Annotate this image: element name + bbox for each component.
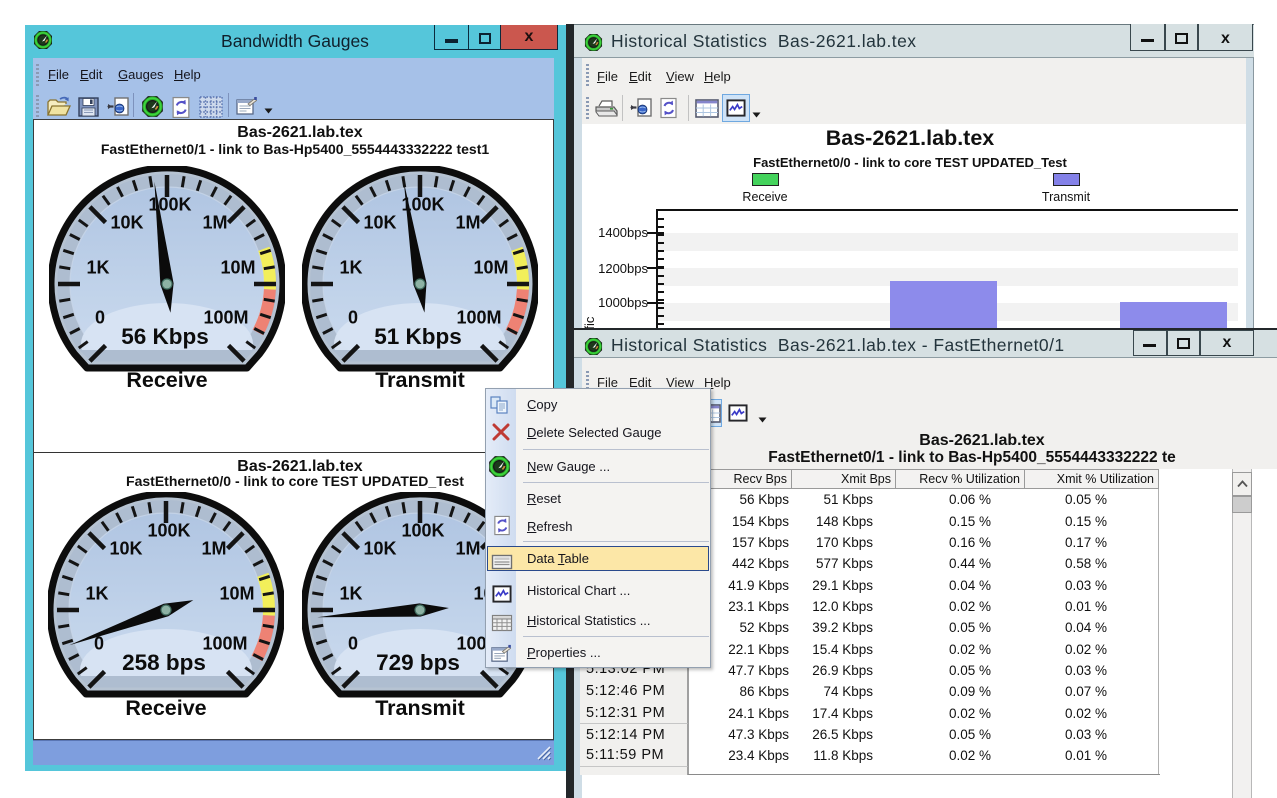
svg-text:10K: 10K: [363, 539, 396, 559]
svg-text:100K: 100K: [148, 195, 191, 215]
svg-text:51 Kbps: 51 Kbps: [374, 324, 462, 349]
svg-text:100M: 100M: [202, 634, 247, 654]
svg-text:10K: 10K: [109, 539, 142, 559]
svg-text:1M: 1M: [201, 539, 226, 559]
svg-text:100M: 100M: [203, 308, 248, 328]
svg-text:10K: 10K: [110, 213, 143, 233]
svg-text:0: 0: [348, 634, 358, 654]
svg-text:100M: 100M: [456, 308, 501, 328]
svg-text:1K: 1K: [339, 258, 362, 278]
svg-text:10M: 10M: [473, 258, 508, 278]
svg-text:10M: 10M: [220, 258, 255, 278]
svg-text:729 bps: 729 bps: [376, 650, 460, 675]
svg-text:1M: 1M: [455, 213, 480, 233]
svg-text:10K: 10K: [363, 213, 396, 233]
svg-text:10M: 10M: [219, 584, 254, 604]
svg-text:1K: 1K: [85, 584, 108, 604]
svg-text:1M: 1M: [202, 213, 227, 233]
svg-text:100K: 100K: [401, 521, 444, 541]
svg-text:1M: 1M: [455, 539, 480, 559]
svg-text:1K: 1K: [86, 258, 109, 278]
svg-text:100K: 100K: [147, 521, 190, 541]
svg-text:0: 0: [348, 308, 358, 328]
svg-text:56 Kbps: 56 Kbps: [121, 324, 209, 349]
svg-text:1K: 1K: [339, 584, 362, 604]
svg-text:0: 0: [95, 308, 105, 328]
svg-text:258 bps: 258 bps: [122, 650, 206, 675]
